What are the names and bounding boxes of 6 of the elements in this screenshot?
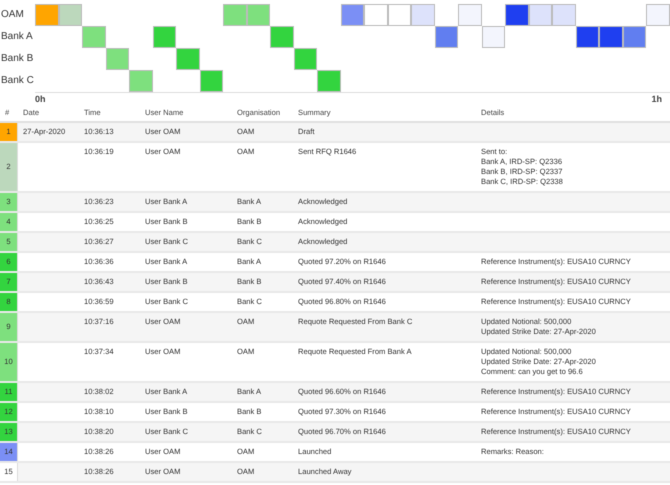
axis-label: 1h	[651, 93, 662, 105]
lane-label: Bank A	[0, 30, 34, 44]
lane-label: OAM	[0, 8, 25, 22]
lane-label: Bank B	[0, 52, 34, 66]
lane-label: Bank C	[0, 74, 35, 88]
axis-label: 0h	[35, 93, 46, 105]
